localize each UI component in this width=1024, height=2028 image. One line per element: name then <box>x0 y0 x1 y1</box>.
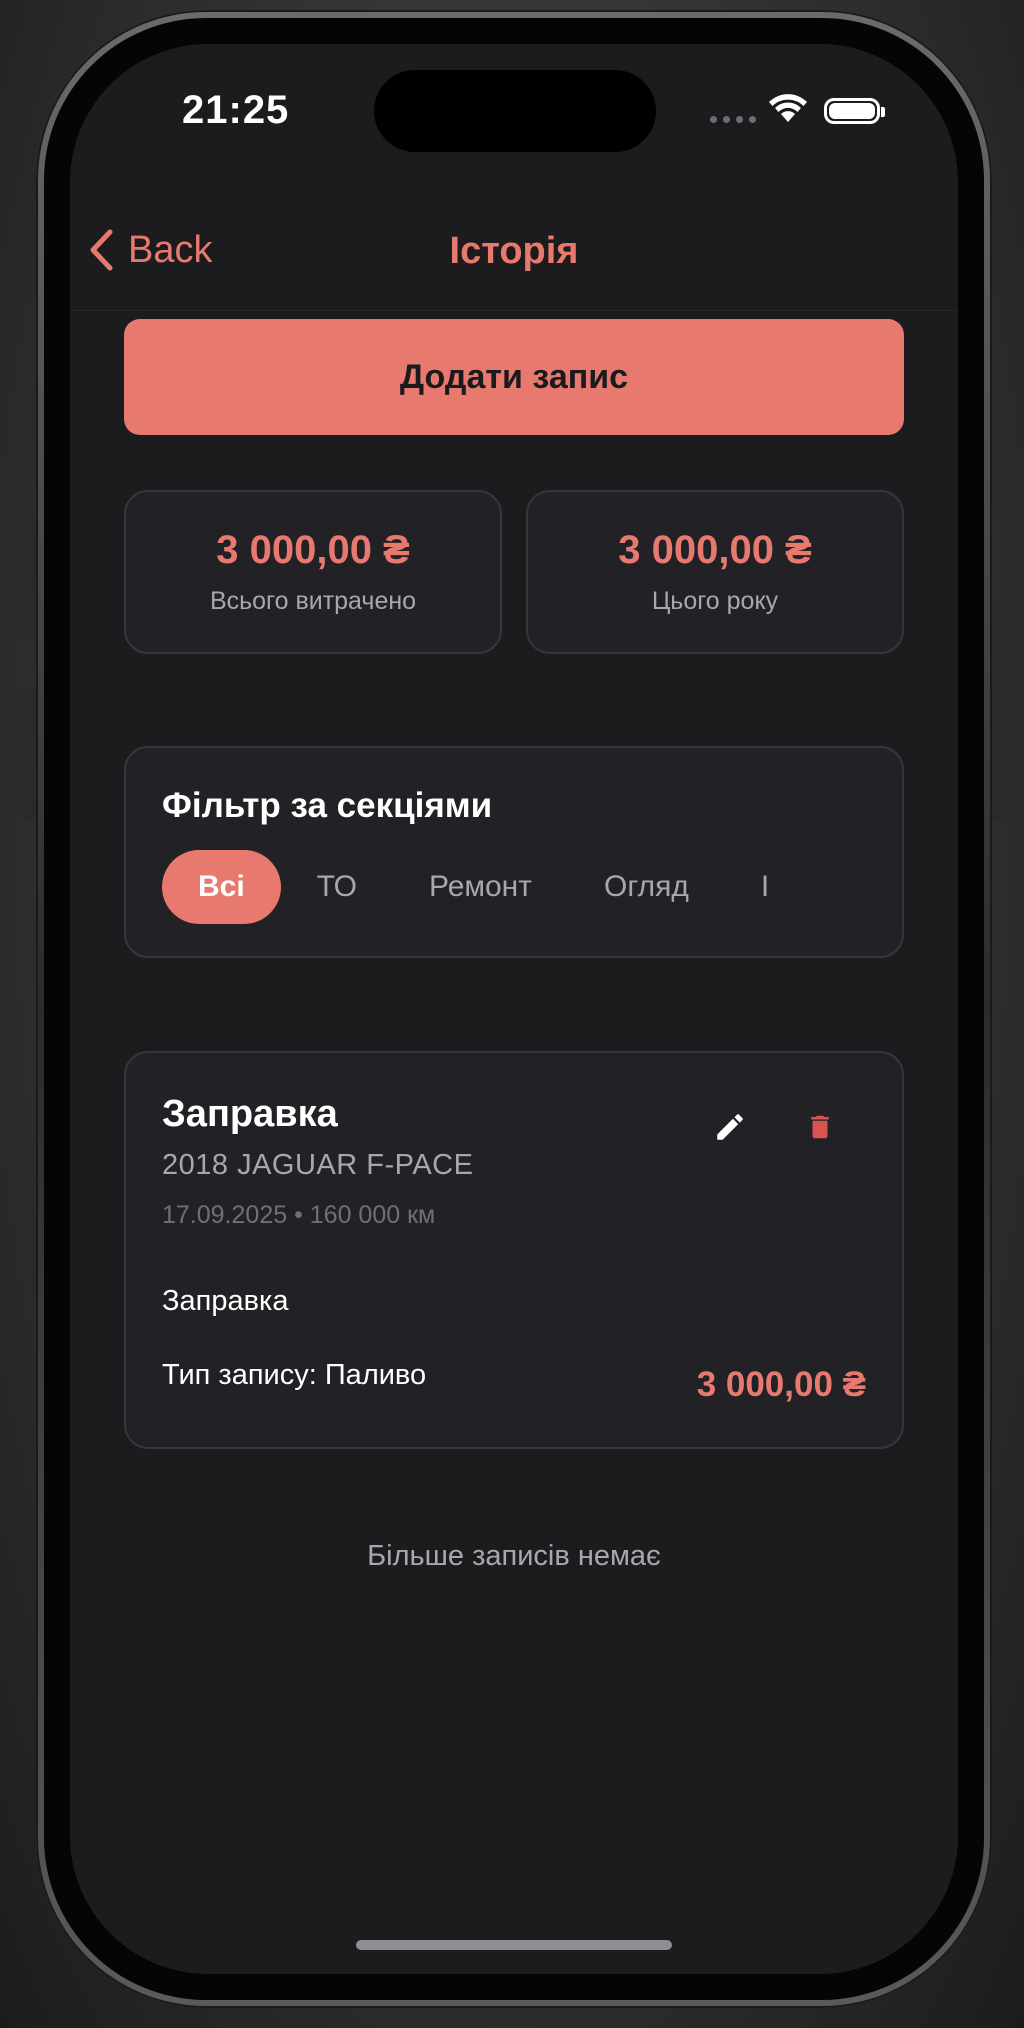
home-indicator[interactable] <box>356 1940 672 1950</box>
record-meta: 17.09.2025 • 160 000 км <box>162 1201 436 1229</box>
trash-icon <box>811 1115 829 1139</box>
filter-chip-next[interactable]: І <box>725 850 805 924</box>
stat-card-total: 3 000,00 ₴ Всього витрачено <box>124 490 502 654</box>
phone-power-button <box>992 600 1006 820</box>
filter-chip-inspection[interactable]: Огляд <box>568 850 725 924</box>
stat-year-value: 3 000,00 ₴ <box>618 528 812 572</box>
filter-chip-repair[interactable]: Ремонт <box>393 850 568 924</box>
cellular-signal-icon <box>710 116 756 123</box>
add-record-button[interactable]: Додати запис <box>124 319 904 435</box>
dynamic-island <box>374 70 656 152</box>
record-card[interactable]: Заправка 2018 JAGUAR F-PACE 17.09.2025 •… <box>124 1051 904 1449</box>
filter-chip-all[interactable]: Всі <box>162 850 281 924</box>
stat-total-value: 3 000,00 ₴ <box>216 528 410 572</box>
battery-icon <box>824 98 885 124</box>
phone-volume-up-button <box>22 510 36 640</box>
record-type: Тип запису: Паливо <box>162 1359 427 1391</box>
status-bar: 21:25 <box>70 44 958 174</box>
page-title: Історія <box>449 230 579 272</box>
filter-title: Фільтр за секціями <box>162 786 493 825</box>
wifi-icon <box>768 94 808 129</box>
record-description: Заправка <box>162 1285 289 1317</box>
stat-card-year: 3 000,00 ₴ Цього року <box>526 490 904 654</box>
filter-chips[interactable]: Всі ТО Ремонт Огляд І <box>162 850 805 924</box>
record-title: Заправка <box>162 1093 338 1135</box>
record-amount: 3 000,00 ₴ <box>696 1365 866 1404</box>
screen: 21:25 Back Історія Додати запис 3 000,00… <box>70 44 958 1974</box>
phone-action-button <box>22 370 36 440</box>
stat-total-label: Всього витрачено <box>209 587 417 615</box>
edit-record-button[interactable] <box>706 1103 754 1151</box>
delete-record-button[interactable] <box>796 1103 844 1151</box>
phone-volume-down-button <box>22 690 36 820</box>
navigation-bar: Back Історія <box>70 174 958 311</box>
stat-year-label: Цього року <box>651 587 779 615</box>
record-car: 2018 JAGUAR F-PACE <box>162 1149 474 1181</box>
status-time: 21:25 <box>182 88 290 132</box>
section-filter: Фільтр за секціями Всі ТО Ремонт Огляд І <box>124 746 904 958</box>
filter-chip-maintenance[interactable]: ТО <box>281 850 393 924</box>
pencil-icon <box>717 1114 743 1140</box>
no-more-records: Більше записів немає <box>367 1540 661 1572</box>
